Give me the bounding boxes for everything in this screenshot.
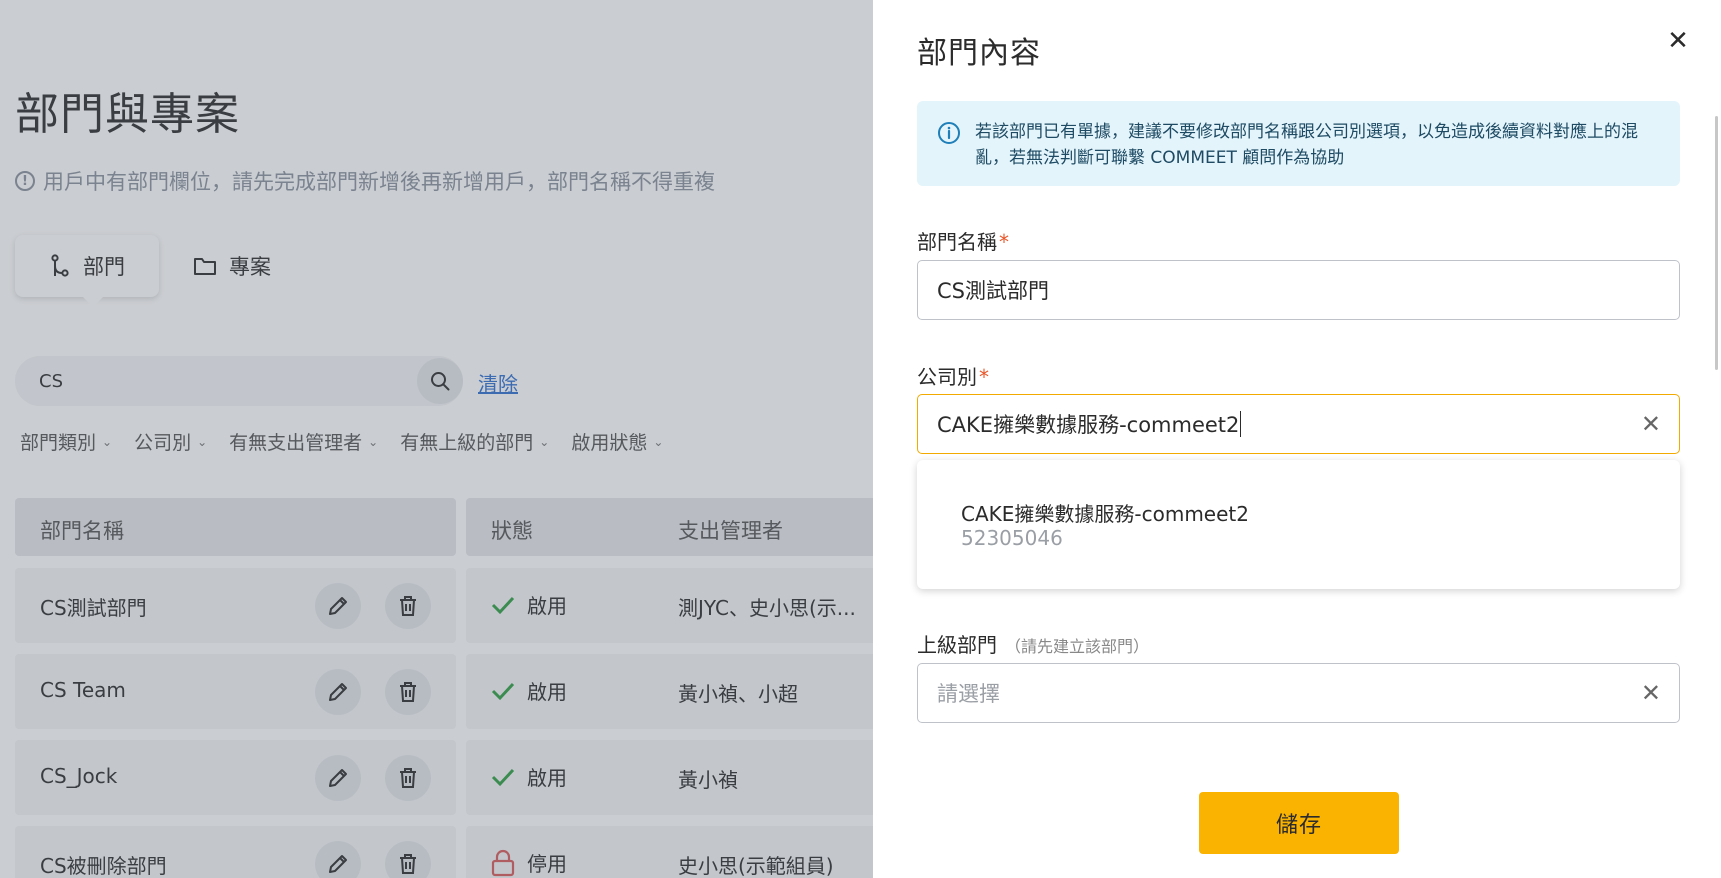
text-caret xyxy=(1240,411,1242,437)
dept-name-label: 部門名稱 * xyxy=(917,226,1009,255)
dropdown-option[interactable]: CAKE擁樂數據服務-commeet2 52305046 xyxy=(917,460,1680,589)
option-company-name: CAKE擁樂數據服務-commeet2 xyxy=(961,502,1249,526)
save-button[interactable]: 儲存 xyxy=(1199,792,1399,854)
close-button[interactable]: ✕ xyxy=(1661,24,1695,58)
label-text: 部門名稱 xyxy=(917,230,997,254)
clear-icon[interactable]: ✕ xyxy=(1641,681,1661,705)
clear-icon[interactable]: ✕ xyxy=(1641,412,1661,436)
close-icon: ✕ xyxy=(1667,26,1689,56)
department-drawer: 部門內容 ✕ 若該部門已有單據，建議不要修改部門名稱跟公司別選項，以免造成後續資… xyxy=(873,0,1721,878)
parent-dept-placeholder: 請選擇 xyxy=(937,682,1000,706)
info-banner: 若該部門已有單據，建議不要修改部門名稱跟公司別選項，以免造成後續資料對應上的混亂… xyxy=(917,101,1680,186)
info-icon xyxy=(938,122,960,144)
company-label: 公司別 * xyxy=(917,361,989,390)
dept-name-value: CS測試部門 xyxy=(937,279,1049,303)
required-mark: * xyxy=(979,365,989,389)
company-dropdown: CAKE擁樂數據服務-commeet2 52305046 xyxy=(917,460,1680,589)
option-company-id: 52305046 xyxy=(961,526,1063,550)
label-text: 公司別 xyxy=(917,365,977,389)
parent-dept-hint: （請先建立該部門） xyxy=(1005,637,1150,656)
dept-name-input[interactable]: CS測試部門 xyxy=(917,260,1680,320)
company-select-input[interactable]: CAKE擁樂數據服務-commeet2 ✕ xyxy=(917,394,1680,454)
required-mark: * xyxy=(999,230,1009,254)
company-value: CAKE擁樂數據服務-commeet2 xyxy=(937,413,1240,437)
parent-dept-label: 上級部門 （請先建立該部門） xyxy=(917,629,1149,658)
modal-backdrop[interactable] xyxy=(0,0,873,878)
drawer-title: 部門內容 xyxy=(917,36,1041,71)
label-text: 上級部門 xyxy=(917,633,997,657)
parent-dept-select[interactable]: 請選擇 ✕ xyxy=(917,663,1680,723)
info-text: 若該部門已有單據，建議不要修改部門名稱跟公司別選項，以免造成後續資料對應上的混亂… xyxy=(975,122,1638,168)
drawer-scrollbar[interactable] xyxy=(1715,116,1718,370)
